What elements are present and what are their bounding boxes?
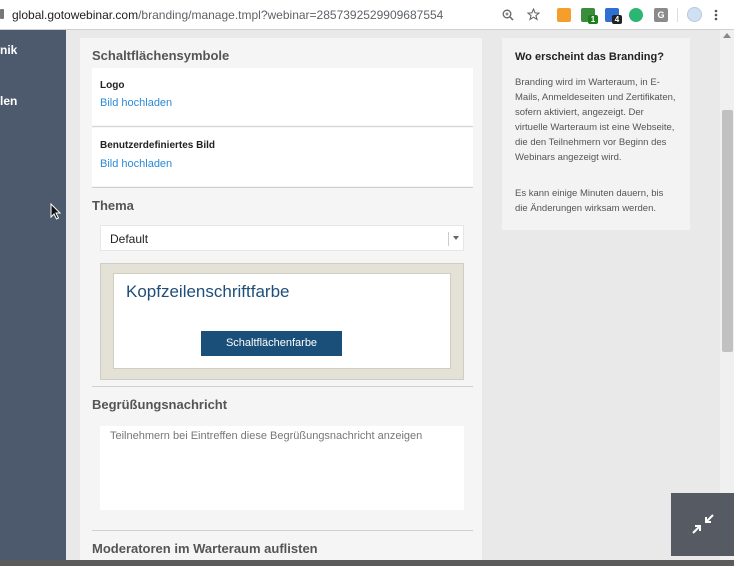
- left-sidebar: nik len: [0, 30, 66, 560]
- bottom-bar: [0, 560, 734, 566]
- browser-address-bar: global.gotowebinar.com/branding/manage.t…: [0, 0, 734, 30]
- zoom-icon[interactable]: [502, 9, 514, 21]
- greeting-placeholder: Teilnehmern bei Eintreffen diese Begrüßu…: [110, 430, 423, 442]
- extension-icon[interactable]: G: [654, 8, 668, 22]
- info-paragraph-1: Branding wird im Warteraum, in E-Mails, …: [515, 77, 676, 163]
- info-paragraph-2: Es kann einige Minuten dauern, bis die Ä…: [515, 188, 664, 214]
- profile-icon[interactable]: [687, 7, 702, 22]
- theme-select[interactable]: Default: [100, 225, 464, 251]
- custom-image-label: Benutzerdefiniertes Bild: [100, 140, 216, 151]
- collapse-arrows-icon: [692, 514, 714, 534]
- custom-image-upload-link[interactable]: Bild hochladen: [100, 158, 172, 170]
- custom-image-block: [92, 128, 473, 186]
- star-icon[interactable]: [527, 8, 540, 21]
- greeting-message-input[interactable]: Teilnehmern bei Eintreffen diese Begrüßu…: [100, 426, 464, 510]
- info-panel-title: Wo erscheint das Branding?: [515, 51, 664, 63]
- divider: [92, 530, 473, 531]
- divider: [92, 386, 473, 387]
- menu-icon[interactable]: [714, 9, 718, 21]
- select-separator: [448, 232, 449, 246]
- branding-info-panel: Wo erscheint das Branding? Branding wird…: [502, 38, 690, 230]
- theme-section-title: Thema: [92, 198, 134, 213]
- header-font-color-preview[interactable]: Kopfzeilenschriftfarbe: [126, 282, 289, 302]
- mouse-cursor-icon: [50, 203, 62, 220]
- theme-preview-card: Kopfzeilenschriftfarbe Schaltflächenfarb…: [113, 273, 451, 369]
- chevron-down-icon: [453, 236, 459, 240]
- minimize-button[interactable]: [671, 493, 734, 556]
- divider: [92, 187, 473, 188]
- button-color-preview[interactable]: Schaltflächenfarbe: [201, 331, 342, 356]
- divider: [92, 126, 473, 127]
- theme-select-value: Default: [110, 232, 149, 246]
- badge-count: 4: [612, 15, 622, 24]
- logo-label: Logo: [100, 80, 125, 91]
- toolbar-divider: [677, 8, 678, 22]
- branding-settings-panel: Schaltflächensymbole Logo Bild hochladen…: [80, 38, 482, 560]
- scrollbar-thumb[interactable]: [722, 110, 733, 352]
- extension-icon[interactable]: [557, 8, 571, 22]
- url-host: global.gotowebinar.com: [12, 8, 139, 22]
- greeting-section-title: Begrüßungsnachricht: [92, 397, 228, 412]
- theme-preview: Kopfzeilenschriftfarbe Schaltflächenfarb…: [100, 263, 464, 380]
- sidebar-item-partial-1[interactable]: nik: [0, 43, 17, 57]
- sidebar-item-partial-2[interactable]: len: [0, 94, 17, 108]
- scroll-up-arrow-icon[interactable]: [723, 33, 731, 38]
- url-path: /branding/manage.tmpl?webinar=2857392529…: [138, 8, 444, 22]
- logo-upload-link[interactable]: Bild hochladen: [100, 97, 172, 109]
- moderators-section-title: Moderatoren im Warteraum auflisten: [92, 541, 318, 556]
- buttons-section-title: Schaltflächensymbole: [92, 48, 230, 63]
- url-field[interactable]: global.gotowebinar.com/branding/manage.t…: [12, 8, 443, 22]
- extension-icon[interactable]: [629, 8, 643, 22]
- badge-count: 1: [588, 15, 598, 24]
- lock-icon: [0, 9, 4, 19]
